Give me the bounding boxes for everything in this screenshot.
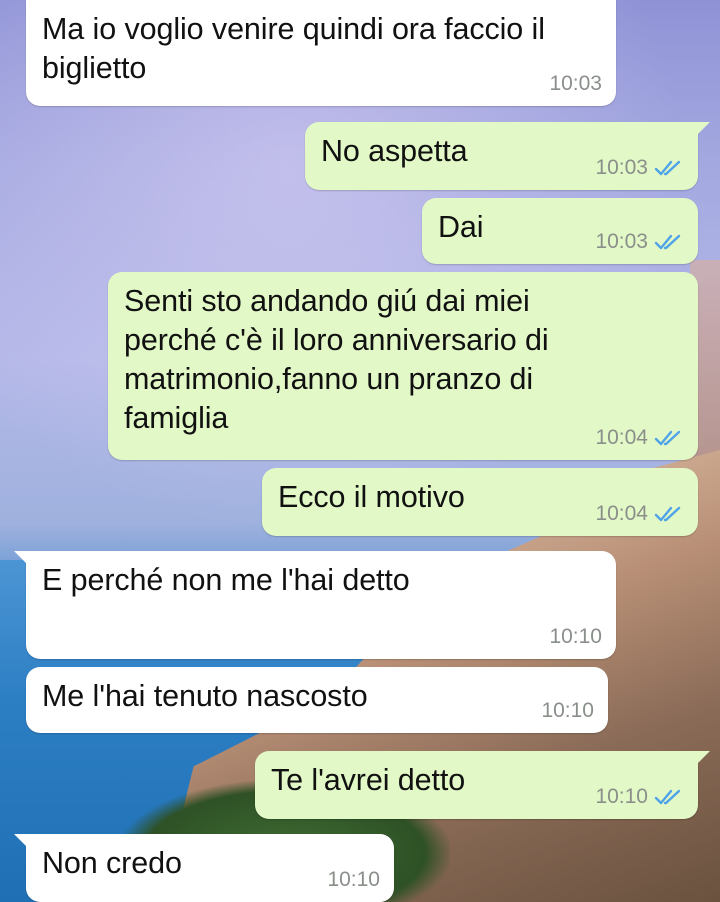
message-text: No aspetta (321, 134, 468, 168)
message-meta: 10:03 (595, 156, 684, 180)
message-bubble-incoming[interactable]: Ma io voglio venire quindi ora faccio il… (26, 0, 616, 106)
read-double-check-icon (654, 789, 681, 805)
message-time: 10:03 (595, 230, 648, 253)
message-time: 10:10 (549, 625, 602, 648)
message-bubble-outgoing[interactable]: Dai 10:03 (422, 198, 698, 264)
message-meta: 10:03 (595, 230, 684, 254)
message-meta: 10:10 (595, 785, 684, 809)
message-bubble-incoming[interactable]: Me l'hai tenuto nascosto 10:10 (26, 667, 608, 733)
message-time: 10:04 (595, 426, 648, 449)
message-text: Ma io voglio venire quindi ora faccio il… (42, 12, 545, 85)
message-meta: 10:03 (549, 72, 602, 96)
message-text: Dai (438, 210, 484, 244)
message-meta: 10:10 (541, 699, 594, 723)
read-double-check-icon (654, 430, 681, 446)
message-text: E perché non me l'hai detto (42, 563, 410, 597)
message-text: Senti sto andando giú dai miei perché c'… (124, 284, 549, 435)
message-time: 10:03 (595, 156, 648, 179)
message-text: Me l'hai tenuto nascosto (42, 679, 368, 713)
read-double-check-icon (654, 160, 681, 176)
message-bubble-incoming[interactable]: E perché non me l'hai detto 10:10 (14, 551, 616, 659)
message-time: 10:04 (595, 502, 648, 525)
message-bubble-outgoing[interactable]: Senti sto andando giú dai miei perché c'… (108, 272, 698, 460)
message-meta: 10:10 (549, 625, 602, 649)
message-time: 10:10 (541, 699, 594, 722)
message-time: 10:03 (549, 72, 602, 95)
message-bubble-outgoing[interactable]: Ecco il motivo 10:04 (262, 468, 698, 536)
message-time: 10:10 (327, 868, 380, 891)
message-text: Ecco il motivo (278, 480, 465, 514)
message-bubble-incoming[interactable]: Non credo 10:10 (14, 834, 394, 902)
message-text: Te l'avrei detto (271, 763, 466, 797)
message-text: Non credo (42, 846, 182, 880)
message-bubble-outgoing[interactable]: Te l'avrei detto 10:10 (255, 751, 710, 819)
message-meta: 10:10 (327, 868, 380, 892)
message-bubble-outgoing[interactable]: No aspetta 10:03 (305, 122, 710, 190)
message-meta: 10:04 (595, 502, 684, 526)
read-double-check-icon (654, 506, 681, 522)
message-time: 10:10 (595, 785, 648, 808)
message-meta: 10:04 (595, 426, 684, 450)
message-list: Ma io voglio venire quindi ora faccio il… (0, 0, 720, 902)
read-double-check-icon (654, 234, 681, 250)
